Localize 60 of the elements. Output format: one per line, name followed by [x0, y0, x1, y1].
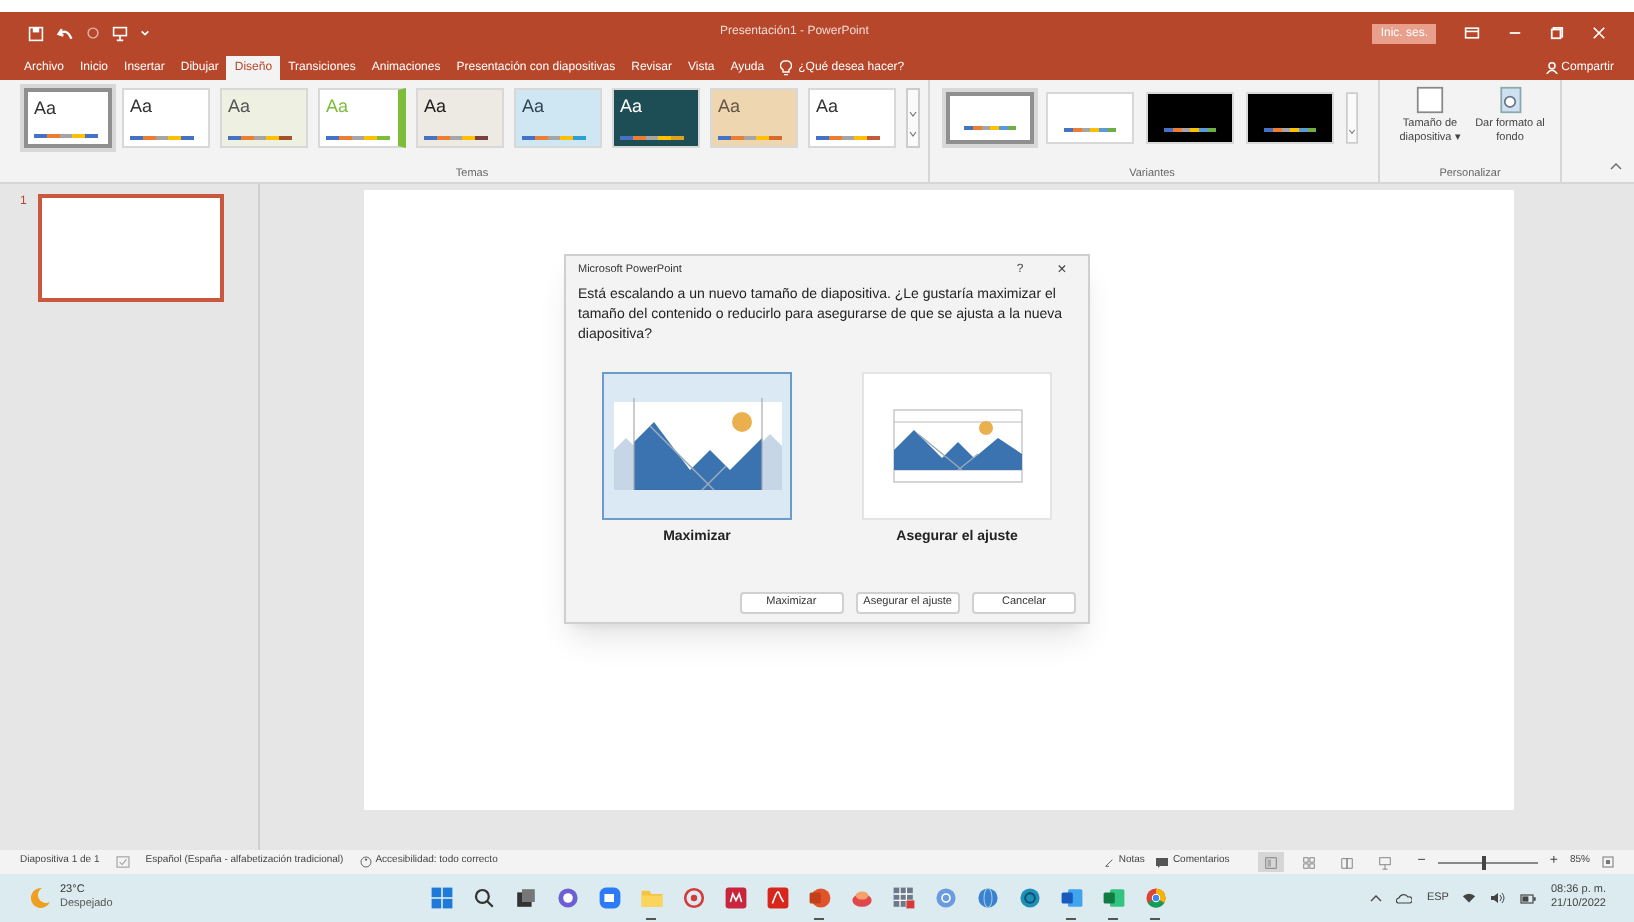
presenter-icon[interactable]	[112, 25, 128, 41]
slide-thumbnail[interactable]	[38, 194, 225, 302]
chevron-up-icon[interactable]	[1370, 894, 1383, 902]
pdf-icon[interactable]	[765, 886, 789, 910]
more-icon[interactable]	[140, 28, 150, 38]
normal-view-icon	[1263, 855, 1278, 869]
accessibility-icon[interactable]	[359, 856, 372, 868]
landscape-icon	[613, 398, 781, 494]
windows-stack-icon[interactable]	[513, 886, 537, 910]
save-icon[interactable]	[28, 25, 44, 41]
slide-size-icon	[1416, 86, 1444, 114]
word-app-icon[interactable]	[1059, 886, 1083, 910]
search-icon[interactable]	[471, 886, 495, 910]
ribbon-display-icon[interactable]	[1464, 26, 1480, 40]
theme-thumbnail[interactable]: Aa	[710, 87, 798, 148]
ring-icon[interactable]	[1017, 886, 1041, 910]
circle-app-icon[interactable]	[933, 886, 957, 910]
theme-thumbnail[interactable]: Aa	[612, 87, 700, 148]
close-button[interactable]: ×	[1054, 262, 1070, 278]
target-icon[interactable]	[681, 886, 705, 910]
minimize-icon[interactable]	[1508, 26, 1522, 40]
format-background-icon	[1496, 86, 1524, 114]
person-icon[interactable]	[1545, 62, 1558, 74]
theme-thumbnail[interactable]: Aa	[514, 87, 602, 148]
sorter-view-icon	[1301, 855, 1316, 869]
notes-icon[interactable]	[1104, 857, 1115, 867]
battery-icon[interactable]	[1520, 893, 1537, 903]
fit-slide-icon[interactable]	[1602, 856, 1614, 868]
undo-icon[interactable]	[56, 25, 74, 41]
slides-app-icon[interactable]	[807, 886, 831, 910]
cake-icon[interactable]	[849, 886, 873, 910]
browser-icon[interactable]	[1143, 886, 1167, 910]
calculator-icon[interactable]	[891, 886, 915, 910]
theme-thumbnail[interactable]: Aa	[24, 87, 112, 148]
restore-icon[interactable]	[1550, 26, 1564, 40]
lightbulb-icon[interactable]	[780, 60, 793, 76]
wifi-icon[interactable]	[1462, 892, 1477, 904]
theme-thumbnail[interactable]: Aa	[416, 87, 504, 148]
theme-thumbnail[interactable]: Aa	[220, 87, 308, 148]
globe-icon[interactable]	[975, 886, 999, 910]
camera-icon[interactable]	[597, 886, 621, 910]
cloud-icon[interactable]	[1396, 892, 1413, 904]
slider-thumb[interactable]	[1482, 855, 1487, 869]
spellcheck-icon[interactable]	[115, 856, 130, 868]
moon-icon	[28, 886, 52, 910]
comment-icon[interactable]	[1156, 857, 1169, 867]
spreadsheet-app-icon[interactable]	[1101, 886, 1125, 910]
windows-icon[interactable]	[429, 886, 453, 910]
variant-thumbnail[interactable]	[946, 91, 1034, 144]
show-view-icon	[1377, 855, 1392, 869]
theme-thumbnail[interactable]: Aa	[122, 87, 210, 148]
chat-bubble-icon[interactable]	[555, 886, 579, 910]
view-button[interactable]	[1257, 852, 1284, 872]
collapse-ribbon-icon[interactable]	[1610, 162, 1622, 170]
speaker-icon[interactable]	[1490, 892, 1507, 904]
app-icon[interactable]	[723, 886, 747, 910]
theme-thumbnail[interactable]: Aa	[808, 87, 896, 148]
option-card[interactable]	[602, 372, 792, 520]
close-icon[interactable]	[1592, 26, 1606, 40]
reading-view-icon	[1339, 855, 1354, 869]
